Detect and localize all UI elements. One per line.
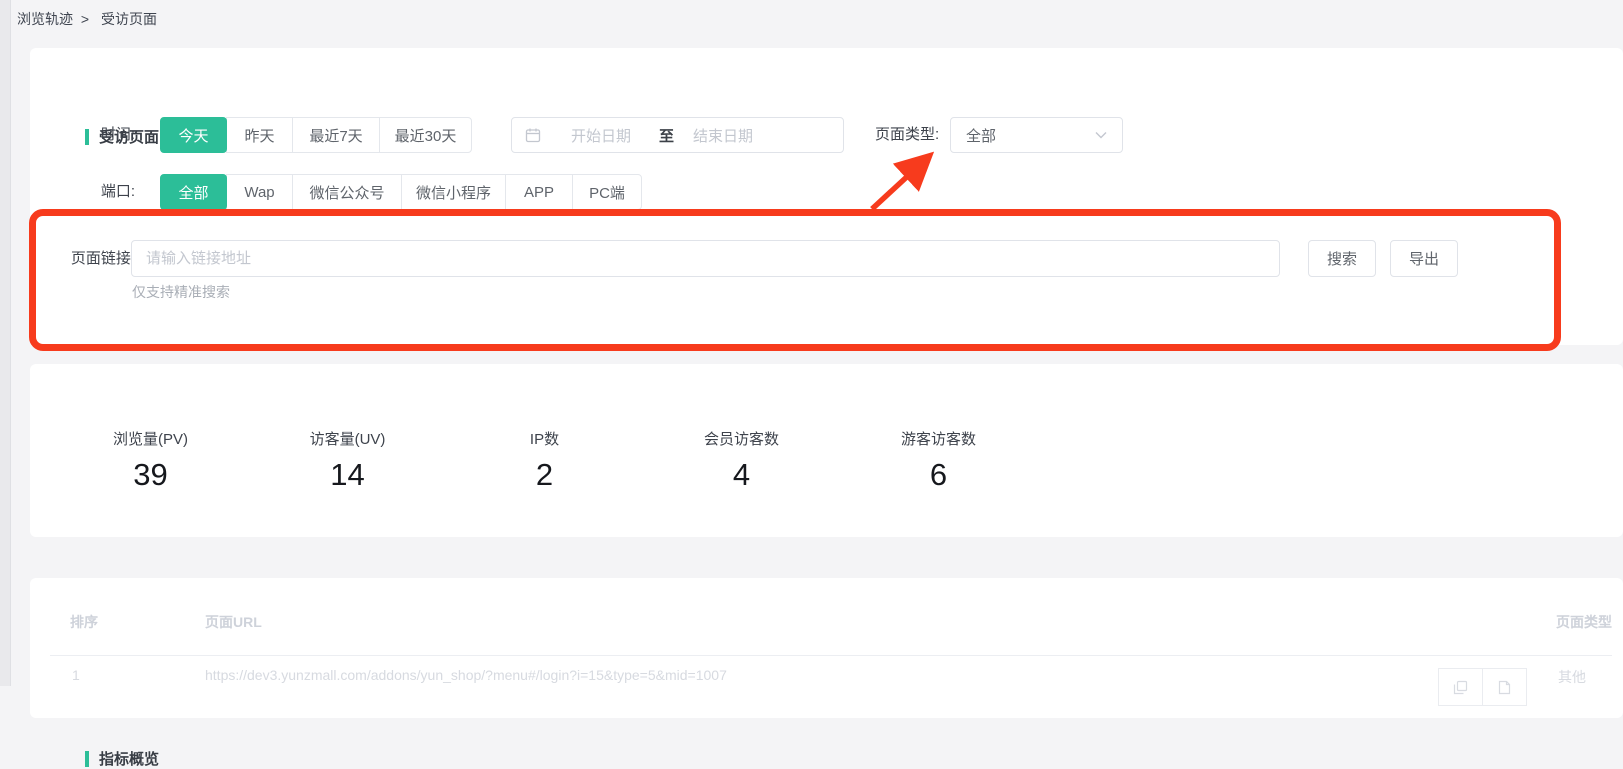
metric-member-visitors: 会员访客数 4 bbox=[643, 428, 840, 493]
metric-ip-value: 2 bbox=[446, 457, 643, 493]
time-yesterday-button[interactable]: 昨天 bbox=[226, 117, 293, 153]
page-type-selected-value: 全部 bbox=[966, 125, 1095, 146]
table-card bbox=[30, 578, 1623, 718]
time-today-button[interactable]: 今天 bbox=[160, 117, 227, 153]
start-date-field[interactable]: 开始日期 bbox=[571, 125, 631, 146]
collapsed-sidebar-edge bbox=[0, 0, 11, 686]
section-accent-bar bbox=[85, 751, 89, 767]
port-pc-button[interactable]: PC端 bbox=[572, 174, 642, 210]
row-url: https://dev3.yunzmall.com/addons/yun_sho… bbox=[205, 667, 727, 683]
table-header-type: 页面类型 bbox=[1540, 612, 1612, 632]
view-page-button[interactable] bbox=[1482, 668, 1527, 706]
time-range-group: 今天 昨天 最近7天 最近30天 bbox=[160, 117, 472, 153]
page-type-label: 页面类型: bbox=[875, 117, 939, 153]
document-icon bbox=[1498, 680, 1511, 695]
metric-uv-label: 访客量(UV) bbox=[249, 428, 446, 449]
metric-member-visitors-label: 会员访客数 bbox=[643, 428, 840, 449]
export-button[interactable]: 导出 bbox=[1390, 240, 1458, 277]
metric-pv-value: 39 bbox=[52, 457, 249, 493]
metrics-title: 指标概览 bbox=[99, 748, 159, 769]
port-wechat-official-button[interactable]: 微信公众号 bbox=[292, 174, 402, 210]
row-page-type: 其他 bbox=[1558, 667, 1586, 687]
port-filter-label: 端口: bbox=[60, 174, 135, 210]
time-filter-label: 时间: bbox=[60, 117, 135, 153]
time-last7days-button[interactable]: 最近7天 bbox=[292, 117, 380, 153]
copy-url-button[interactable] bbox=[1438, 668, 1483, 706]
row-rank: 1 bbox=[72, 667, 80, 683]
metric-uv-value: 14 bbox=[249, 457, 446, 493]
breadcrumb-item-visited-pages[interactable]: 受访页面 bbox=[101, 11, 157, 27]
breadcrumb-item-browse-track[interactable]: 浏览轨迹 bbox=[17, 11, 73, 27]
search-button[interactable]: 搜索 bbox=[1308, 240, 1376, 277]
table-header-divider bbox=[50, 655, 1612, 656]
page-link-input[interactable] bbox=[131, 240, 1280, 277]
date-range-separator: 至 bbox=[659, 125, 674, 146]
filter-card: 受访页面 (2021/04/02) 时间: 今天 昨天 最近7天 最近30天 开… bbox=[30, 48, 1623, 345]
metric-uv: 访客量(UV) 14 bbox=[249, 428, 446, 493]
port-wap-button[interactable]: Wap bbox=[226, 174, 293, 210]
metric-guest-visitors-label: 游客访客数 bbox=[840, 428, 1037, 449]
page-link-label: 页面链接: bbox=[60, 240, 135, 277]
port-filter-group: 全部 Wap 微信公众号 微信小程序 APP PC端 bbox=[160, 174, 642, 210]
page-type-select[interactable]: 全部 bbox=[950, 117, 1123, 153]
metric-ip: IP数 2 bbox=[446, 428, 643, 493]
table-header-rank: 排序 bbox=[70, 612, 98, 632]
chevron-down-icon bbox=[1095, 131, 1107, 139]
metric-pv: 浏览量(PV) 39 bbox=[52, 428, 249, 493]
calendar-icon bbox=[525, 127, 541, 143]
metrics-title-row: 指标概览 bbox=[85, 748, 159, 769]
date-range-picker[interactable]: 开始日期 至 结束日期 bbox=[511, 117, 844, 153]
port-wechat-mini-button[interactable]: 微信小程序 bbox=[401, 174, 506, 210]
metric-guest-visitors-value: 6 bbox=[840, 457, 1037, 493]
copy-icon bbox=[1453, 680, 1468, 695]
metric-ip-label: IP数 bbox=[446, 428, 643, 449]
row-actions bbox=[1438, 668, 1527, 706]
search-hint-text: 仅支持精准搜索 bbox=[132, 282, 230, 302]
end-date-field[interactable]: 结束日期 bbox=[693, 125, 753, 146]
breadcrumb-separator: > bbox=[81, 11, 89, 27]
port-app-button[interactable]: APP bbox=[505, 174, 573, 210]
metric-guest-visitors: 游客访客数 6 bbox=[840, 428, 1037, 493]
port-all-button[interactable]: 全部 bbox=[160, 174, 227, 210]
time-last30days-button[interactable]: 最近30天 bbox=[379, 117, 472, 153]
table-header-url: 页面URL bbox=[205, 612, 262, 632]
metric-pv-label: 浏览量(PV) bbox=[52, 428, 249, 449]
breadcrumb: 浏览轨迹 > 受访页面 bbox=[17, 9, 161, 29]
metric-member-visitors-value: 4 bbox=[643, 457, 840, 493]
